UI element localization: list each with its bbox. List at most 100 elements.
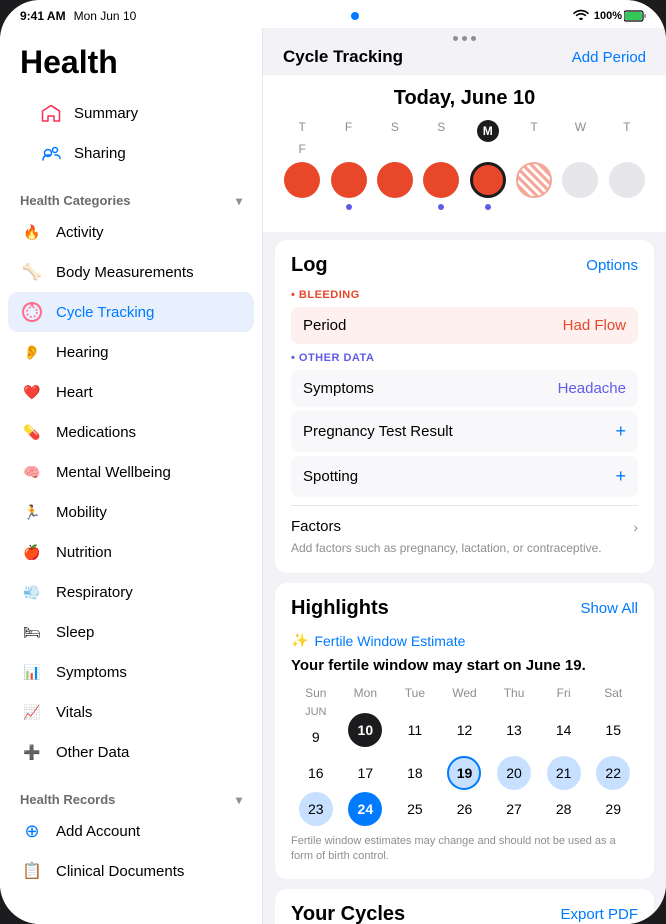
sidebar-item-add-account[interactable]: ⊕ Add Account <box>0 811 262 851</box>
health-records-header: Health Records ▾ <box>0 780 262 811</box>
cycle-day-empty-1[interactable] <box>562 162 598 198</box>
sidebar-item-sharing[interactable]: Sharing <box>20 133 242 173</box>
sidebar-item-medications[interactable]: 💊 Medications <box>0 412 262 452</box>
calendar-strip: Today, June 10 T F S S M T W T F <box>263 75 666 232</box>
dot-indicators-row <box>279 204 650 210</box>
pregnancy-test-row[interactable]: Pregnancy Test Result + <box>291 411 638 452</box>
cycle-day-2[interactable] <box>331 162 367 198</box>
factors-row[interactable]: Factors › <box>291 505 638 539</box>
sidebar-item-label: Respiratory <box>56 584 133 601</box>
sidebar-item-symptoms[interactable]: 📊 Symptoms <box>0 652 262 692</box>
sidebar-item-sleep[interactable]: 🛏 Sleep <box>0 612 262 652</box>
spotting-row[interactable]: Spotting + <box>291 456 638 497</box>
ellipsis-menu[interactable] <box>453 36 476 41</box>
cal-day-25[interactable]: 25 <box>398 792 432 826</box>
sidebar-item-vitals[interactable]: 📈 Vitals <box>0 692 262 732</box>
sidebar-item-label: Mental Wellbeing <box>56 464 171 481</box>
cal-day-9[interactable]: 9 <box>299 720 333 754</box>
sidebar-item-label: Symptoms <box>56 664 127 681</box>
sidebar-item-body-measurements[interactable]: 🦴 Body Measurements <box>0 252 262 292</box>
cal-day-29[interactable]: 29 <box>596 792 630 826</box>
mental-icon: 🧠 <box>20 460 44 484</box>
fertile-badge: ✨ Fertile Window Estimate <box>291 632 638 649</box>
cycle-day-4[interactable] <box>423 162 459 198</box>
fertile-description: Your fertile window may start on June 19… <box>291 657 638 674</box>
sidebar-item-label: Add Account <box>56 823 140 840</box>
sidebar-item-other-data[interactable]: ➕ Other Data <box>0 732 262 772</box>
symptoms-row[interactable]: Symptoms Headache <box>291 370 638 407</box>
factors-label: Factors <box>291 518 341 535</box>
sidebar-item-mobility[interactable]: 🏃 Mobility <box>0 492 262 532</box>
sidebar-item-label: Activity <box>56 224 104 241</box>
sidebar-item-hearing[interactable]: 👂 Hearing <box>0 332 262 372</box>
sidebar-item-clinical-documents[interactable]: 📋 Clinical Documents <box>0 851 262 891</box>
sidebar-item-label: Body Measurements <box>56 264 194 281</box>
log-section: Log Options • BLEEDING Period Had Flow •… <box>275 240 654 573</box>
cal-day-21[interactable]: 21 <box>547 756 581 790</box>
sidebar-item-label: Heart <box>56 384 93 401</box>
cal-day-22[interactable]: 22 <box>596 756 630 790</box>
cal-day-16[interactable]: 16 <box>299 756 333 790</box>
cal-day-14[interactable]: 14 <box>547 713 581 747</box>
your-cycles-bar: Your Cycles Export PDF <box>275 889 654 924</box>
period-value: Had Flow <box>563 317 626 334</box>
cycle-circles-row <box>279 162 650 198</box>
cal-day-11[interactable]: 11 <box>398 713 432 747</box>
export-pdf-button[interactable]: Export PDF <box>560 906 638 923</box>
cal-day-15[interactable]: 15 <box>596 713 630 747</box>
sidebar-item-label: Clinical Documents <box>56 863 184 880</box>
add-account-icon: ⊕ <box>20 819 44 843</box>
options-button[interactable]: Options <box>586 257 638 274</box>
device-frame: 9:41 AM Mon Jun 10 100% Health <box>0 0 666 924</box>
jun-label: JUN <box>305 706 326 718</box>
symptoms-label: Symptoms <box>303 380 374 397</box>
cycle-icon <box>20 300 44 324</box>
pregnancy-plus-icon: + <box>615 421 626 442</box>
cal-row-3: 23 24 25 26 27 28 29 <box>291 792 638 826</box>
cal-day-28[interactable]: 28 <box>547 792 581 826</box>
fertile-disclaimer: Fertile window estimates may change and … <box>291 834 638 865</box>
day-labels-row: T F S S M T W T F <box>279 120 650 156</box>
health-categories-header: Health Categories ▾ <box>0 181 262 212</box>
cycle-day-today[interactable] <box>470 162 506 198</box>
cal-day-27[interactable]: 27 <box>497 792 531 826</box>
cycle-day-predicted[interactable] <box>516 162 552 198</box>
add-period-button[interactable]: Add Period <box>572 49 646 66</box>
cal-day-10[interactable]: 10 <box>348 713 382 747</box>
cal-day-23[interactable]: 23 <box>299 792 333 826</box>
sidebar-item-respiratory[interactable]: 💨 Respiratory <box>0 572 262 612</box>
vitals-icon: 📈 <box>20 700 44 724</box>
cycle-day-empty-2[interactable] <box>609 162 645 198</box>
cal-day-13[interactable]: 13 <box>497 713 531 747</box>
log-title: Log <box>291 254 328 277</box>
sidebar-item-mental-wellbeing[interactable]: 🧠 Mental Wellbeing <box>0 452 262 492</box>
period-row[interactable]: Period Had Flow <box>291 307 638 344</box>
sidebar-item-label: Sharing <box>74 145 126 162</box>
show-all-button[interactable]: Show All <box>580 600 638 617</box>
cal-day-12[interactable]: 12 <box>447 713 481 747</box>
other-data-label: • OTHER DATA <box>291 352 638 364</box>
sidebar-item-activity[interactable]: 🔥 Activity <box>0 212 262 252</box>
sidebar-item-heart[interactable]: ❤️ Heart <box>0 372 262 412</box>
content-title-bar: Cycle Tracking Add Period <box>263 41 666 75</box>
period-label: Period <box>303 317 346 334</box>
nutrition-icon: 🍎 <box>20 540 44 564</box>
sidebar-item-nutrition[interactable]: 🍎 Nutrition <box>0 532 262 572</box>
sidebar-item-label: Medications <box>56 424 136 441</box>
main-layout: Health Summary Sharing Hea <box>0 28 666 924</box>
cycle-day-1[interactable] <box>284 162 320 198</box>
spotting-plus-icon: + <box>615 466 626 487</box>
sidebar-item-cycle-tracking[interactable]: Cycle Tracking <box>8 292 254 332</box>
cal-day-19[interactable]: 19 <box>447 756 481 790</box>
sidebar-item-summary[interactable]: Summary <box>20 93 242 133</box>
medications-icon: 💊 <box>20 420 44 444</box>
cal-day-17[interactable]: 17 <box>348 756 382 790</box>
cal-day-18[interactable]: 18 <box>398 756 432 790</box>
cycle-day-3[interactable] <box>377 162 413 198</box>
highlights-title: Highlights <box>291 597 389 620</box>
pregnancy-label: Pregnancy Test Result <box>303 423 453 440</box>
cal-day-24[interactable]: 24 <box>348 792 382 826</box>
cal-day-20[interactable]: 20 <box>497 756 531 790</box>
cal-day-26[interactable]: 26 <box>447 792 481 826</box>
status-bar: 9:41 AM Mon Jun 10 100% <box>0 0 666 28</box>
